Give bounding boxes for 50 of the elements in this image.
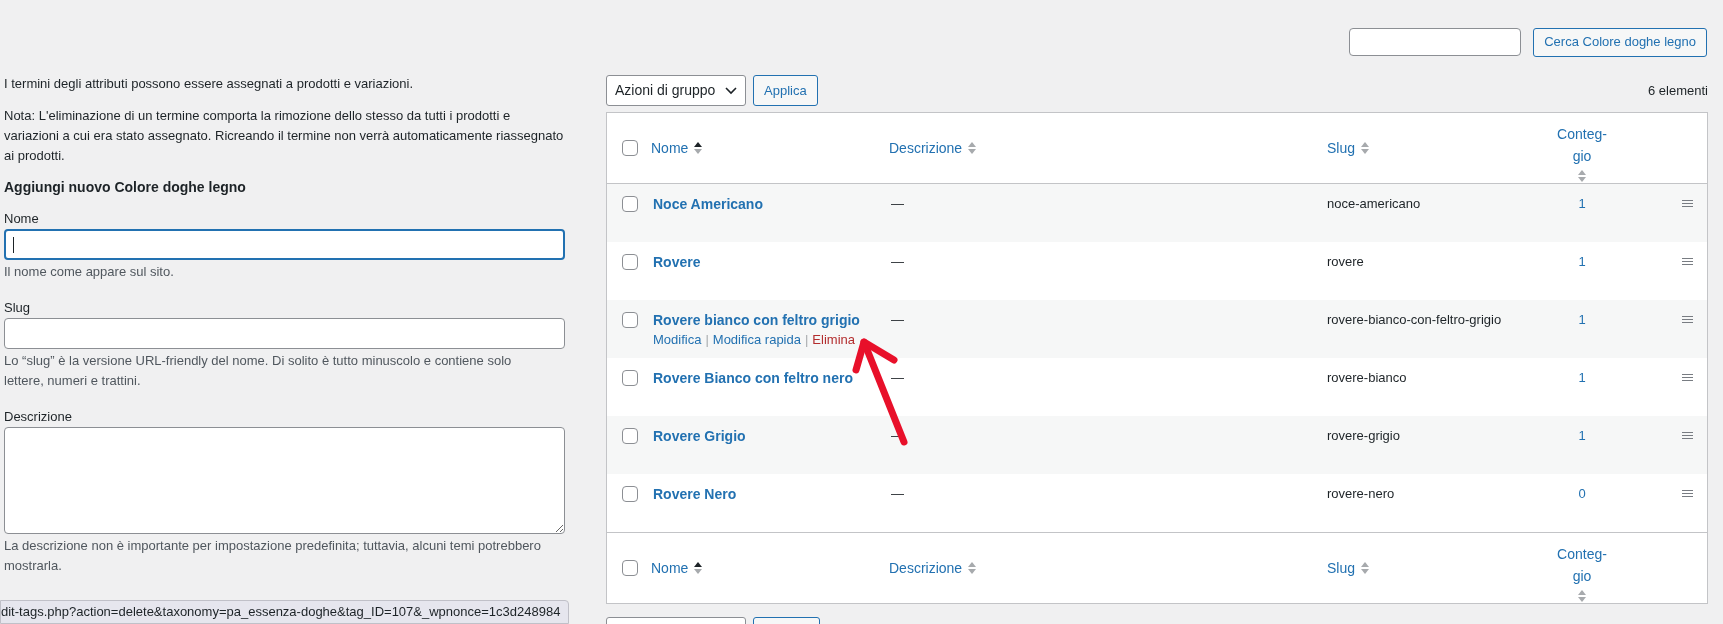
field-hint: La descrizione non è importante per impostazione predefinita; tuttavia, alcuni temi potrebbero mostrarla. xyxy=(4,537,542,575)
table-cell-text: — xyxy=(890,311,905,329)
count-link[interactable]: 1 xyxy=(1578,194,1586,242)
table-cell-text: rovere xyxy=(1326,253,1365,271)
column-header[interactable]: Conteg-gio xyxy=(1554,542,1610,587)
table-cell-text: rovere-bianco-con-feltro-grigio xyxy=(1326,311,1503,329)
separator: | xyxy=(803,331,810,349)
field-hint: Il nome come appare sul sito. xyxy=(4,263,175,281)
status-bar: dit-tags.php?action=delete&taxonomy=pa_essenza-doghe&tag_ID=107&_wpnonce=1c3d248984 xyxy=(0,600,570,624)
note-text: Nota: L'eliminazione di un termine comporta la rimozione dello stesso da tutti i prodotti e variazioni a cui era stato assegnato. Ricreando il termine non verrà automaticamente riassegnato ai prodotti. xyxy=(4,107,565,165)
field-hint: Lo “slug” è la versione URL-friendly del nome. Di solito è tutto minuscolo e contiene solo lettere, numeri e trattini. xyxy=(4,352,513,390)
count-link[interactable]: 1 xyxy=(1578,310,1586,358)
term-name-link[interactable]: Rovere bianco con feltro grigio xyxy=(653,310,887,330)
item-count: 6 elementi xyxy=(1648,81,1708,100)
table-cell-text: rovere-nero xyxy=(1326,485,1396,503)
count-link[interactable]: 1 xyxy=(1578,252,1586,300)
separator: | xyxy=(704,331,710,349)
column-header[interactable]: Descrizione xyxy=(889,557,963,579)
field-label: Descrizione xyxy=(4,408,73,426)
table-cell-text: — xyxy=(890,485,905,503)
apply-button[interactable]: Applica xyxy=(753,75,818,106)
count-link[interactable]: 1 xyxy=(1578,368,1586,416)
table-cell-text: rovere-grigio xyxy=(1326,427,1401,445)
term-name-link[interactable]: Rovere Grigio xyxy=(653,426,887,446)
field-label: Slug xyxy=(4,299,32,317)
column-header[interactable]: Slug xyxy=(1327,137,1356,159)
delete-link[interactable]: Elimina xyxy=(812,330,855,350)
column-header[interactable]: Descrizione xyxy=(889,137,963,159)
column-header[interactable]: Slug xyxy=(1327,557,1356,579)
intro-text: I termini degli attributi possono essere assegnati a prodotti e variazioni. xyxy=(4,75,414,93)
term-name-link[interactable]: Noce Americano xyxy=(653,194,887,214)
form-heading: Aggiungi nuovo Colore doghe legno xyxy=(4,178,247,197)
search-button[interactable]: Cerca Colore doghe legno xyxy=(1533,27,1707,57)
term-name-link[interactable]: Rovere Bianco con feltro nero xyxy=(653,368,887,388)
count-link[interactable]: 0 xyxy=(1578,484,1586,532)
column-header[interactable]: Nome xyxy=(651,137,689,159)
table-cell-text: — xyxy=(890,253,905,271)
field-label: Nome xyxy=(4,210,40,228)
table-cell-text: noce-americano xyxy=(1326,195,1422,213)
term-name-link[interactable]: Rovere Nero xyxy=(653,484,887,504)
edit-link[interactable]: Modifica xyxy=(653,330,702,350)
bulk-actions-select[interactable]: Azioni di gruppo xyxy=(606,75,746,106)
count-link[interactable]: 1 xyxy=(1578,426,1586,474)
column-header[interactable]: Conteg-gio xyxy=(1554,122,1610,167)
table-cell-text: — xyxy=(890,195,905,213)
edit-link[interactable]: Modifica rapida xyxy=(712,330,801,350)
term-name-link[interactable]: Rovere xyxy=(653,252,887,272)
column-header[interactable]: Nome xyxy=(651,557,689,579)
table-cell-text: — xyxy=(890,369,905,387)
table-cell-text: rovere-bianco xyxy=(1326,369,1408,387)
